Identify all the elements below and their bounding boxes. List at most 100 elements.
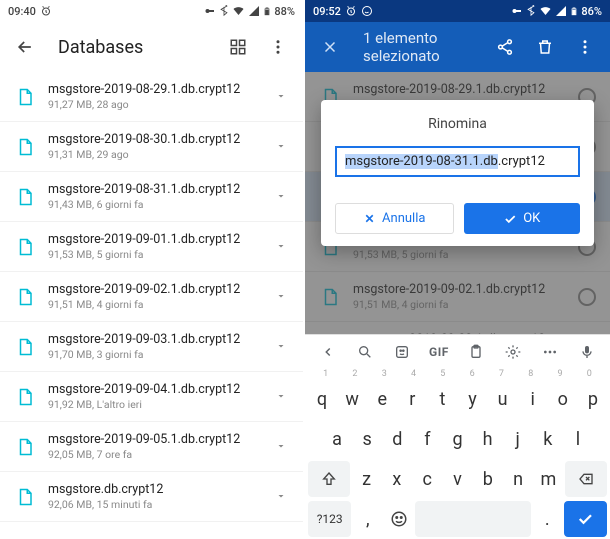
- alarm-icon: [345, 5, 357, 17]
- battery-icon: [570, 5, 578, 18]
- key-x[interactable]: x: [383, 461, 411, 497]
- chevron-down-icon[interactable]: [275, 90, 289, 104]
- share-icon: [496, 38, 514, 56]
- key-g[interactable]: g: [443, 421, 471, 457]
- selection-title: 1 elemento selezionato: [363, 29, 472, 65]
- key-c[interactable]: c: [413, 461, 441, 497]
- kb-mic-button[interactable]: [571, 344, 604, 360]
- kb-more-button[interactable]: [534, 344, 567, 360]
- file-row[interactable]: msgstore-2019-08-31.1.db.crypt12 91,43 M…: [0, 172, 303, 222]
- kb-sticker-button[interactable]: [385, 344, 418, 360]
- clipboard-icon: [468, 344, 484, 360]
- keyboard: GIF 1234567890 qwertyuiop asdfghjkl zxcv…: [305, 334, 610, 539]
- key-d[interactable]: d: [383, 421, 411, 457]
- kb-clipboard-button[interactable]: [460, 344, 493, 360]
- shift-key[interactable]: [308, 461, 350, 497]
- chevron-down-icon[interactable]: [275, 440, 289, 454]
- file-row[interactable]: msgstore-2019-09-04.1.db.crypt12 91,92 M…: [0, 372, 303, 422]
- share-button[interactable]: [494, 36, 516, 58]
- emoji-key[interactable]: [384, 501, 413, 537]
- file-name: msgstore-2019-09-05.1.db.crypt12: [48, 432, 261, 447]
- backspace-key[interactable]: [565, 461, 607, 497]
- close-selection-button[interactable]: [319, 36, 341, 58]
- kb-search-button[interactable]: [348, 344, 381, 360]
- file-icon: [16, 336, 34, 358]
- grid-icon: [229, 38, 247, 56]
- vpn-icon: [204, 5, 216, 17]
- more-button[interactable]: [267, 36, 289, 58]
- num-hint: 7: [487, 369, 516, 379]
- space-key[interactable]: [415, 501, 531, 537]
- file-row[interactable]: msgstore-2019-09-05.1.db.crypt12 92,05 M…: [0, 422, 303, 472]
- key-z[interactable]: z: [352, 461, 380, 497]
- more-button[interactable]: [574, 36, 596, 58]
- key-b[interactable]: b: [474, 461, 502, 497]
- view-grid-button[interactable]: [227, 36, 249, 58]
- chevron-down-icon[interactable]: [275, 240, 289, 254]
- file-row[interactable]: msgstore.db.crypt12 92,06 MB, 15 minuti …: [0, 472, 303, 522]
- key-s[interactable]: s: [353, 421, 381, 457]
- key-m[interactable]: m: [534, 461, 562, 497]
- more-vert-icon: [576, 38, 594, 56]
- more-horiz-icon: [541, 344, 559, 360]
- key-w[interactable]: w: [338, 381, 366, 417]
- sticker-icon: [394, 344, 410, 360]
- key-p[interactable]: p: [579, 381, 607, 417]
- file-row[interactable]: msgstore-2019-09-01.1.db.crypt12 91,53 M…: [0, 222, 303, 272]
- file-row[interactable]: msgstore-2019-09-03.1.db.crypt12 91,70 M…: [0, 322, 303, 372]
- chevron-down-icon[interactable]: [275, 290, 289, 304]
- key-k[interactable]: k: [534, 421, 562, 457]
- key-n[interactable]: n: [504, 461, 532, 497]
- rename-input[interactable]: msgstore-2019-08-31.1.db.crypt12: [335, 146, 580, 177]
- cancel-button[interactable]: Annulla: [335, 203, 454, 234]
- status-battery: 88%: [274, 5, 295, 18]
- kb-collapse-button[interactable]: [311, 345, 344, 359]
- selection-app-bar: 1 elemento selezionato: [305, 22, 610, 72]
- key-a[interactable]: a: [323, 421, 351, 457]
- ok-button[interactable]: OK: [464, 203, 581, 234]
- symbols-key[interactable]: ?123: [308, 501, 351, 537]
- kb-gif-button[interactable]: GIF: [422, 345, 455, 359]
- chevron-down-icon[interactable]: [275, 490, 289, 504]
- key-v[interactable]: v: [443, 461, 471, 497]
- kb-settings-button[interactable]: [497, 344, 530, 360]
- chevron-down-icon[interactable]: [275, 140, 289, 154]
- file-icon: [16, 236, 34, 258]
- enter-key[interactable]: [564, 501, 607, 537]
- file-row[interactable]: msgstore-2019-08-30.1.db.crypt12 91,31 M…: [0, 122, 303, 172]
- delete-button[interactable]: [534, 36, 556, 58]
- key-t[interactable]: t: [428, 381, 456, 417]
- page-title: Databases: [58, 37, 205, 58]
- file-icon: [16, 136, 34, 158]
- num-hint: 6: [457, 369, 486, 379]
- num-hint: 5: [428, 369, 457, 379]
- key-r[interactable]: r: [398, 381, 426, 417]
- chevron-down-icon[interactable]: [275, 340, 289, 354]
- period-key[interactable]: .: [533, 501, 562, 537]
- key-u[interactable]: u: [489, 381, 517, 417]
- key-q[interactable]: q: [308, 381, 336, 417]
- back-button[interactable]: [14, 36, 36, 58]
- file-row[interactable]: msgstore-2019-09-02.1.db.crypt12 91,51 M…: [0, 272, 303, 322]
- app-bar: Databases: [0, 22, 303, 72]
- search-icon: [357, 344, 373, 360]
- key-f[interactable]: f: [413, 421, 441, 457]
- key-o[interactable]: o: [549, 381, 577, 417]
- file-icon: [16, 286, 34, 308]
- file-meta: 91,27 MB, 28 ago: [48, 98, 261, 111]
- key-j[interactable]: j: [504, 421, 532, 457]
- key-l[interactable]: l: [564, 421, 592, 457]
- signal-icon: [555, 5, 567, 17]
- comma-key[interactable]: ,: [353, 501, 382, 537]
- key-i[interactable]: i: [519, 381, 547, 417]
- trash-icon: [536, 38, 554, 56]
- key-e[interactable]: e: [368, 381, 396, 417]
- key-y[interactable]: y: [458, 381, 486, 417]
- vpn-icon: [511, 5, 523, 17]
- signal-icon: [248, 5, 260, 17]
- key-h[interactable]: h: [474, 421, 502, 457]
- chevron-down-icon[interactable]: [275, 390, 289, 404]
- file-icon: [16, 386, 34, 408]
- chevron-down-icon[interactable]: [275, 190, 289, 204]
- file-row[interactable]: msgstore-2019-08-29.1.db.crypt12 91,27 M…: [0, 72, 303, 122]
